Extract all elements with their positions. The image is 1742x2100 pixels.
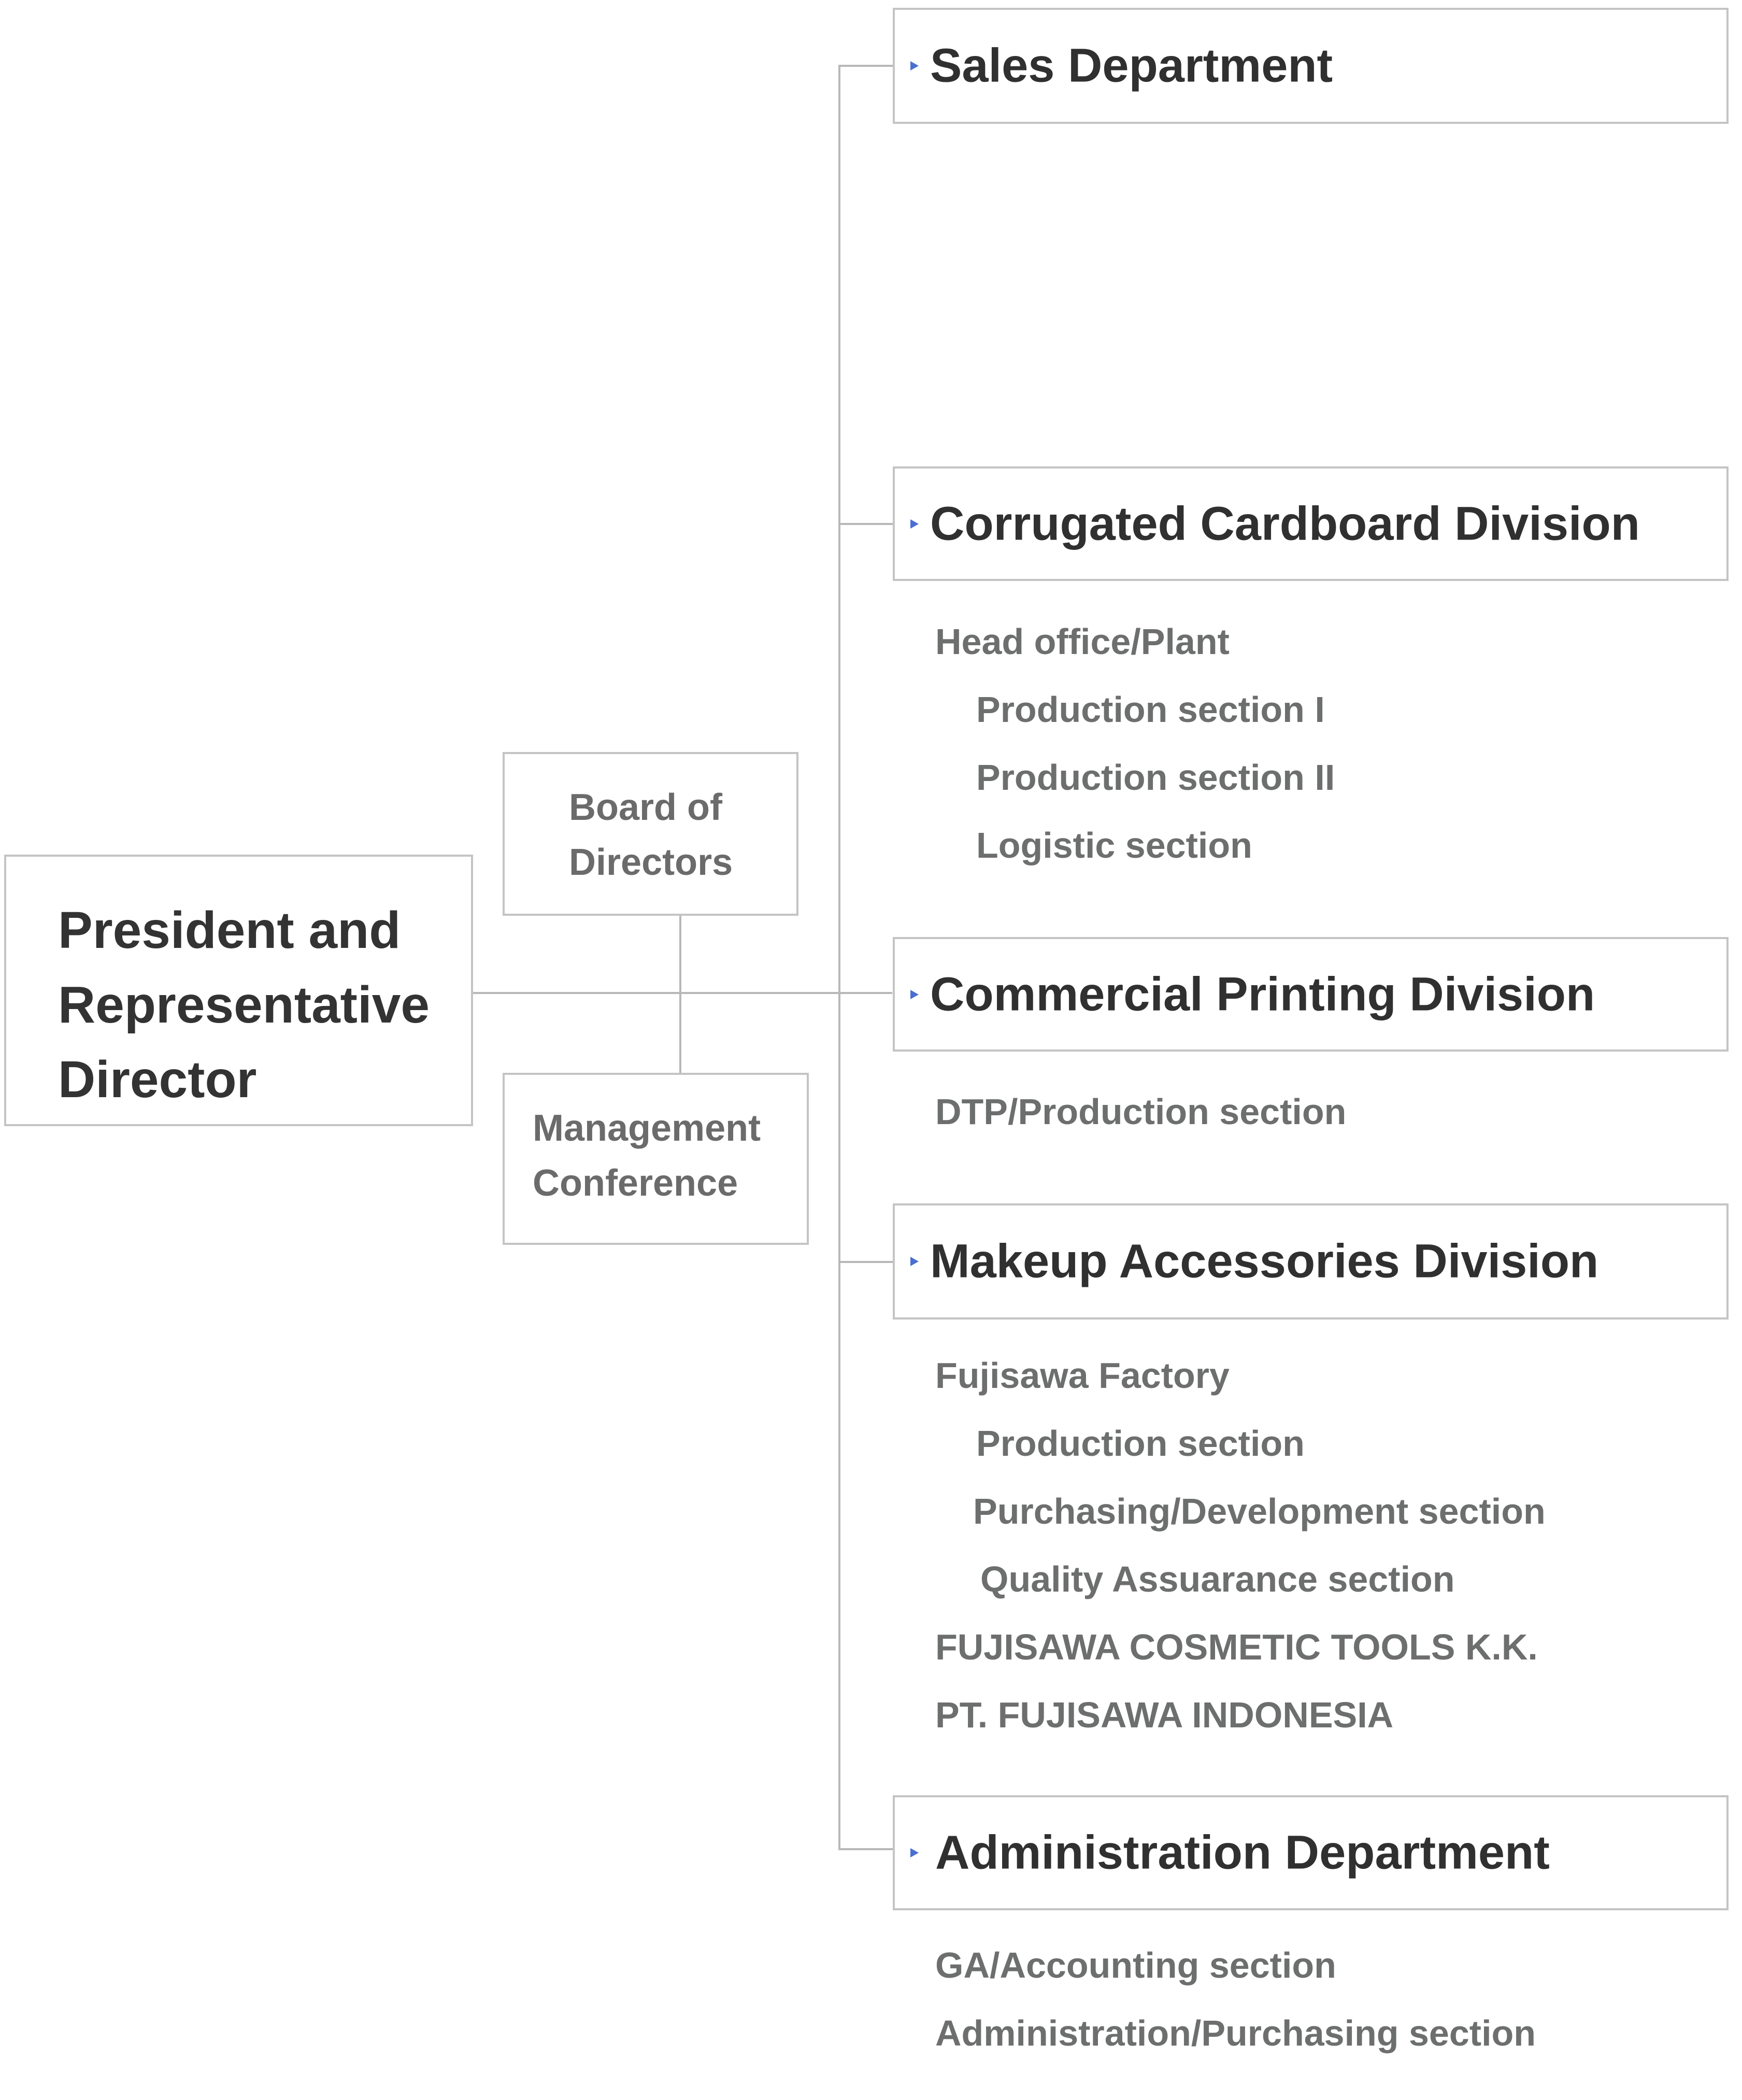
triangle-right-icon	[910, 519, 919, 529]
corrugated-item: Production section II	[976, 757, 1335, 798]
dept-corrugated-title: Corrugated Cardboard Division	[930, 497, 1640, 550]
commercial-printing-item: DTP/Production section	[935, 1091, 1347, 1132]
president-box[interactable]: President and Representative Director	[4, 855, 473, 1126]
dept-commercial-printing-title: Commercial Printing Division	[930, 968, 1595, 1020]
corrugated-item: Head office/Plant	[935, 621, 1230, 662]
administration-item: GA/Accounting section	[935, 1945, 1336, 1985]
corrugated-item: Logistic section	[976, 825, 1252, 865]
connector-board-to-management	[679, 916, 681, 1073]
management-conference-box[interactable]: Management Conference	[503, 1073, 809, 1245]
triangle-right-icon	[910, 989, 919, 999]
triangle-right-icon	[910, 1257, 919, 1266]
connector-admin	[838, 1848, 893, 1850]
board-of-directors-label: Board of Directors	[569, 787, 733, 883]
triangle-right-icon	[910, 1848, 919, 1857]
dept-commercial-printing-box[interactable]: Commercial Printing Division	[893, 937, 1729, 1052]
makeup-item: Production section	[976, 1423, 1305, 1464]
management-conference-label: Management Conference	[533, 1108, 761, 1204]
connector-makeup	[838, 1261, 893, 1263]
board-of-directors-box[interactable]: Board of Directors	[503, 752, 798, 916]
makeup-item: Quality Assuarance section	[980, 1559, 1455, 1599]
connector-sales	[838, 65, 893, 67]
triangle-right-icon	[910, 61, 919, 70]
dept-makeup-box[interactable]: Makeup Accessories Division	[893, 1203, 1729, 1319]
corrugated-item: Production section I	[976, 689, 1325, 730]
makeup-item: FUJISAWA COSMETIC TOOLS K.K.	[935, 1627, 1538, 1667]
connector-trunk	[838, 65, 840, 1850]
connector-president-to-trunk	[473, 992, 892, 994]
makeup-item: Fujisawa Factory	[935, 1355, 1230, 1396]
dept-administration-box[interactable]: Administration Department	[893, 1795, 1729, 1910]
dept-corrugated-box[interactable]: Corrugated Cardboard Division	[893, 466, 1729, 581]
makeup-item: PT. FUJISAWA INDONESIA	[935, 1695, 1394, 1735]
dept-sales-title: Sales Department	[930, 39, 1333, 92]
dept-sales-box[interactable]: Sales Department	[893, 8, 1729, 124]
connector-corrugated	[838, 523, 893, 525]
dept-administration-title: Administration Department	[935, 1826, 1550, 1879]
president-label: President and Representative Director	[58, 901, 430, 1109]
makeup-item: Purchasing/Development section	[973, 1491, 1546, 1531]
administration-item: Administration/Purchasing section	[935, 2013, 1536, 2053]
dept-makeup-title: Makeup Accessories Division	[930, 1235, 1599, 1288]
